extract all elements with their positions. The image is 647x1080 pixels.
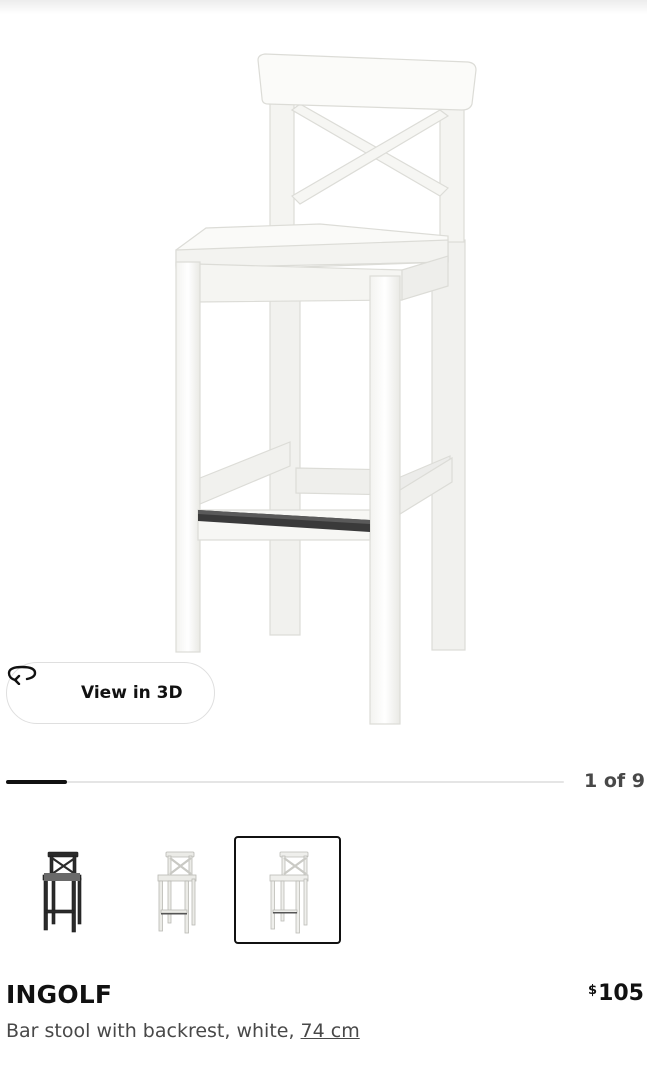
product-image[interactable]: View in 3D xyxy=(0,14,647,744)
product-description-text: Bar stool with backrest, white, xyxy=(6,1020,301,1042)
view-in-3d-button[interactable]: View in 3D xyxy=(6,662,215,724)
product-price: $ 105 xyxy=(588,981,644,1006)
white-bar-stool-angle-icon xyxy=(157,851,197,934)
gallery-progress-bar xyxy=(6,780,564,784)
thumbnail-white-bar-stool-angle[interactable] xyxy=(120,836,227,944)
product-name[interactable]: INGOLF xyxy=(6,980,112,1009)
thumbnail-white-bar-stool-front[interactable] xyxy=(234,836,341,944)
price-currency: $ xyxy=(588,983,598,998)
top-shade xyxy=(0,0,647,14)
gallery-progress-track xyxy=(6,781,564,783)
thumbnail-strip xyxy=(0,836,647,944)
view-in-3d-label: View in 3D xyxy=(81,683,183,703)
price-amount: 105 xyxy=(598,981,644,1006)
gallery-progress-fill xyxy=(6,780,68,784)
white-bar-stool-front-icon xyxy=(269,851,309,934)
black-bar-stool-icon xyxy=(42,851,82,933)
size-link[interactable]: 74 cm xyxy=(301,1020,360,1042)
thumbnail-black-bar-stool[interactable] xyxy=(6,836,113,944)
product-description: Bar stool with backrest, white, 74 cm xyxy=(6,1020,360,1042)
rotate-3d-icon xyxy=(7,665,67,704)
bar-stool-illustration xyxy=(175,53,477,725)
gallery-counter: 1 of 9 xyxy=(584,770,645,792)
